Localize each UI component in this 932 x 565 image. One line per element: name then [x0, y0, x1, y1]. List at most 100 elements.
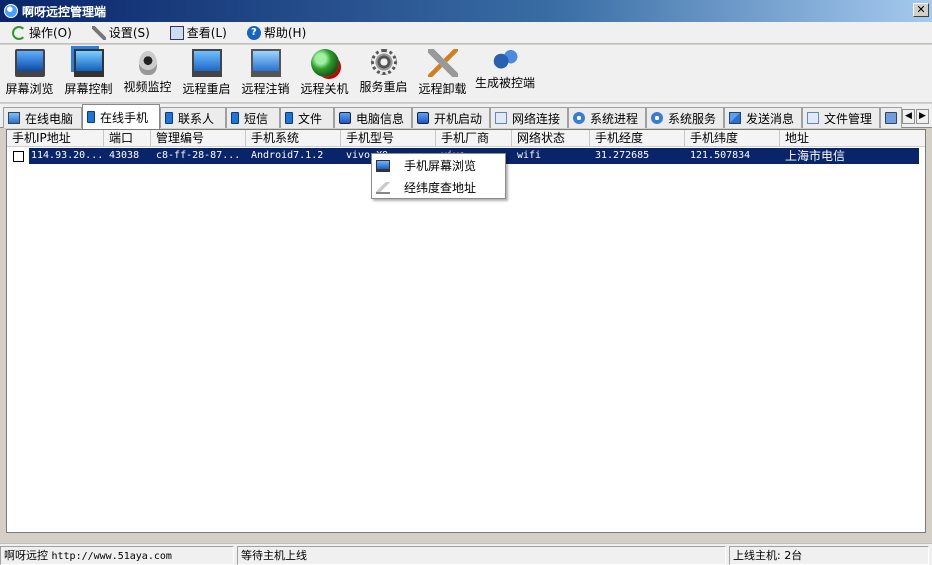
- tab-processes[interactable]: 系统进程: [568, 107, 646, 128]
- shutdown-globe-icon: [310, 49, 339, 77]
- refresh-icon: [12, 25, 26, 40]
- tab-scroll-left-icon[interactable]: ◀: [902, 109, 915, 124]
- screen-browse-button[interactable]: 屏幕浏览: [0, 45, 59, 101]
- tab-files[interactable]: 文件: [280, 107, 334, 128]
- menu-view[interactable]: 查看(L): [166, 23, 231, 43]
- gear-icon: [370, 49, 397, 75]
- help-icon: ?: [246, 25, 261, 40]
- table-cell: 31.272685: [595, 150, 650, 161]
- tab-online-pc[interactable]: 在线电脑: [3, 107, 82, 128]
- tab-sms[interactable]: 短信: [226, 107, 280, 128]
- status-online-count: 上线主机: 2台: [729, 546, 929, 565]
- remote-shutdown-label: 远程关机: [300, 82, 349, 96]
- status-url: http://www.51aya.com: [51, 551, 172, 562]
- tab-network-label: 网络连接: [512, 111, 561, 126]
- tab-pc-info-label: 电脑信息: [356, 111, 405, 126]
- video-monitor-label: 视频监控: [123, 80, 172, 94]
- webcam-icon: [138, 51, 157, 75]
- screen-control-label: 屏幕控制: [64, 82, 113, 96]
- computer-icon: [417, 112, 429, 124]
- table-cell: 121.507834: [690, 150, 751, 161]
- tab-processes-label: 系统进程: [590, 111, 639, 126]
- tab-services[interactable]: 系统服务: [646, 107, 724, 128]
- table-cell: Android7.1.2: [251, 150, 324, 161]
- tab-online-phone[interactable]: 在线手机: [82, 104, 160, 129]
- remote-uninstall-button[interactable]: 远程卸载: [413, 45, 472, 101]
- column-header[interactable]: 管理编号: [151, 130, 246, 147]
- remote-logoff-label: 远程注销: [241, 82, 290, 96]
- remote-restart-button[interactable]: 远程重启: [177, 45, 236, 101]
- column-header[interactable]: 地址: [780, 130, 925, 147]
- column-header[interactable]: 手机经度: [590, 130, 685, 147]
- status-app: 啊呀远控 http://www.51aya.com: [0, 546, 234, 565]
- phone-icon: [87, 111, 95, 123]
- video-monitor-button[interactable]: 视频监控: [118, 45, 177, 101]
- tools-icon: [91, 25, 106, 40]
- remote-logoff-button[interactable]: 远程注销: [236, 45, 295, 101]
- build-client-button[interactable]: 生成被控端: [472, 45, 538, 101]
- tab-more[interactable]: [880, 107, 902, 128]
- tab-services-label: 系统服务: [668, 111, 717, 126]
- status-bar: 啊呀远控 http://www.51aya.com 等待主机上线 上线主机: 2…: [0, 543, 932, 565]
- menu-operations[interactable]: 操作(O): [8, 23, 76, 43]
- tab-online-pc-label: 在线电脑: [25, 111, 74, 126]
- folder-icon: [885, 112, 897, 124]
- tab-file-manager-label: 文件管理: [824, 111, 873, 126]
- menu-settings[interactable]: 设置(S): [88, 23, 154, 43]
- menu-operations-label: 操作(O): [29, 26, 72, 40]
- column-header[interactable]: 手机型号: [341, 130, 436, 147]
- tab-pc-info[interactable]: 电脑信息: [334, 107, 412, 128]
- process-icon: [573, 112, 585, 124]
- table-cell: 43038: [109, 150, 140, 161]
- column-header[interactable]: 手机IP地址: [7, 130, 104, 147]
- tab-online-phone-label: 在线手机: [100, 110, 149, 125]
- toolbar: 屏幕浏览 屏幕控制 视频监控 远程重启 远程注销 远程关机 服务重启 远程卸载 …: [0, 45, 932, 103]
- remote-restart-label: 远程重启: [182, 82, 231, 96]
- menu-help[interactable]: ? 帮助(H): [243, 23, 310, 43]
- menu-item-label: 手机屏幕浏览: [404, 159, 477, 173]
- status-message: 等待主机上线: [237, 546, 726, 565]
- row-checkbox[interactable]: [12, 150, 24, 162]
- menu-item-phone-screen-browse[interactable]: 手机屏幕浏览: [372, 155, 505, 176]
- phone-icon: [165, 112, 173, 124]
- wrench-icon: [427, 49, 458, 77]
- tab-contacts-label: 联系人: [178, 111, 215, 126]
- tab-scroll-right-icon[interactable]: ▶: [916, 109, 929, 124]
- column-header[interactable]: 手机系统: [246, 130, 341, 147]
- remote-shutdown-button[interactable]: 远程关机: [295, 45, 354, 101]
- menu-item-geo-lookup[interactable]: 经纬度查地址: [372, 177, 505, 198]
- logoff-icon: [250, 49, 281, 77]
- status-app-name: 啊呀远控: [4, 549, 48, 562]
- pen-icon: [376, 181, 390, 194]
- app-icon: [4, 4, 18, 18]
- network-icon: [495, 112, 507, 124]
- context-menu: 手机屏幕浏览 经纬度查地址: [371, 153, 506, 199]
- screen-control-button[interactable]: 屏幕控制: [59, 45, 118, 101]
- service-restart-button[interactable]: 服务重启: [354, 45, 413, 101]
- table-header: 手机IP地址 端口 管理编号 手机系统 手机型号 手机厂商 网络状态 手机经度 …: [7, 130, 925, 147]
- phone-icon: [285, 112, 293, 124]
- tab-file-manager[interactable]: 文件管理: [802, 107, 880, 128]
- service-icon: [651, 112, 663, 124]
- tab-startup-label: 开机启动: [434, 111, 483, 126]
- screen-browse-label: 屏幕浏览: [5, 82, 54, 96]
- menu-help-label: 帮助(H): [263, 26, 307, 40]
- table-cell: c8-ff-28-87...: [156, 150, 241, 161]
- computer-icon: [339, 112, 351, 124]
- close-button[interactable]: ✕: [913, 3, 929, 17]
- column-header[interactable]: 端口: [104, 130, 151, 147]
- table-cell: wifi: [517, 150, 542, 161]
- column-header[interactable]: 网络状态: [512, 130, 590, 147]
- tab-network[interactable]: 网络连接: [490, 107, 568, 128]
- menu-view-label: 查看(L): [186, 26, 227, 40]
- tab-startup[interactable]: 开机启动: [412, 107, 490, 128]
- gears-icon: [492, 49, 518, 71]
- tab-send-message[interactable]: 发送消息: [724, 107, 802, 128]
- title-bar: 啊呀远控管理端 ✕: [0, 0, 932, 22]
- column-header[interactable]: 手机纬度: [685, 130, 780, 147]
- tab-contacts[interactable]: 联系人: [160, 107, 226, 128]
- monitor-icon: [14, 49, 45, 77]
- column-header[interactable]: 手机厂商: [436, 130, 512, 147]
- build-client-label: 生成被控端: [474, 76, 535, 90]
- phone-icon: [231, 112, 239, 124]
